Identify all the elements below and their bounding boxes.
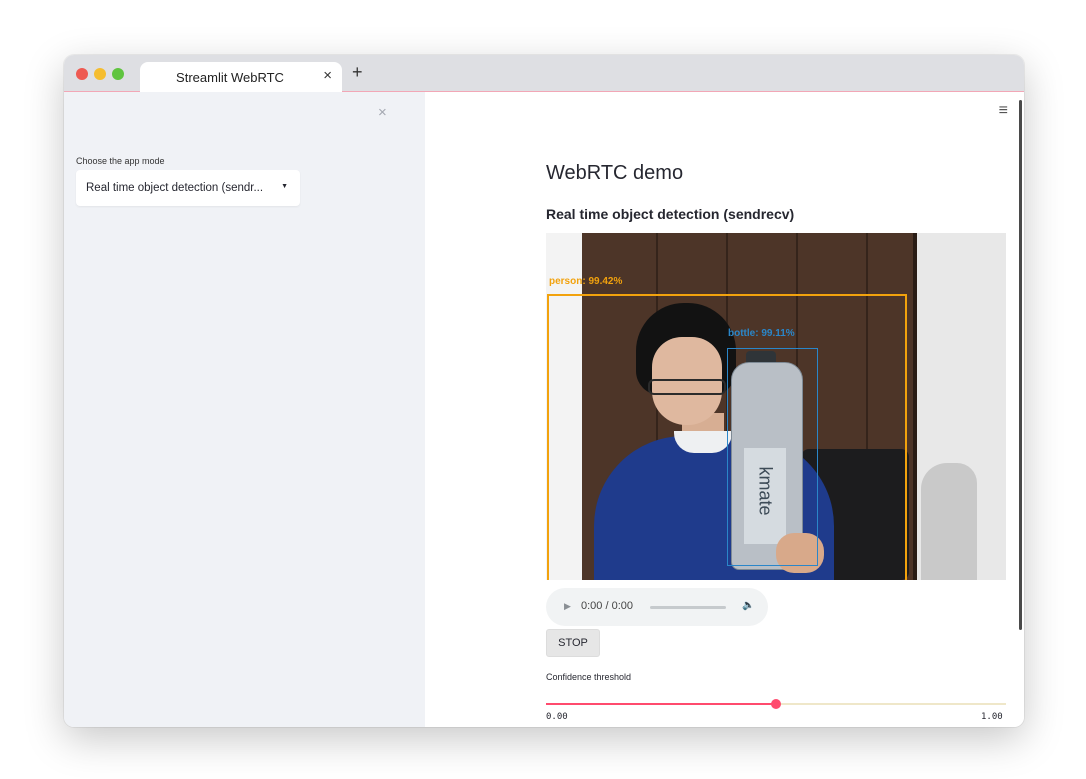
person-detection-label: person: 99.42% — [549, 276, 623, 287]
close-window-button[interactable] — [76, 68, 88, 80]
sidebar-close-icon[interactable]: × — [378, 104, 387, 121]
audio-progress-track[interactable] — [650, 606, 726, 609]
slider-min-label: 0.00 — [546, 712, 568, 722]
app-mode-label: Choose the app mode — [76, 156, 165, 166]
tab-title: Streamlit WebRTC — [176, 70, 284, 85]
page-title: WebRTC demo — [546, 162, 684, 184]
new-tab-icon[interactable]: + — [352, 62, 363, 83]
hamburger-menu-icon[interactable]: ≡ — [999, 102, 1008, 120]
confidence-threshold-slider[interactable] — [546, 699, 1006, 709]
webrtc-video-frame: kmate person: 99.42% bottle: 99.11% — [546, 233, 1006, 580]
app-mode-selected-value: Real time object detection (sendr... — [86, 182, 264, 194]
audio-time: 0:00 / 0:00 — [581, 600, 633, 612]
sidebar: × Choose the app mode Real time object d… — [64, 92, 425, 727]
page-subheader: Real time object detection (sendrecv) — [546, 206, 795, 222]
scrollbar[interactable] — [1019, 100, 1022, 630]
chevron-down-icon: ▼ — [281, 183, 288, 190]
slider-fill — [546, 703, 776, 705]
browser-window: Streamlit WebRTC × + × Choose the app mo… — [64, 55, 1024, 727]
main-content: ≡ WebRTC demo Real time object detection… — [425, 92, 1024, 727]
bottle-bounding-box — [727, 348, 818, 566]
volume-icon[interactable]: 🔈 — [742, 600, 754, 611]
play-icon[interactable]: ▶ — [564, 601, 571, 612]
slider-max-label: 1.00 — [981, 712, 1003, 722]
bottle-detection-label: bottle: 99.11% — [728, 328, 795, 339]
confidence-threshold-label: Confidence threshold — [546, 672, 632, 682]
audio-player: ▶ 0:00 / 0:00 🔈 — [546, 588, 768, 626]
video-wall-shadow — [921, 463, 977, 580]
stop-button[interactable]: STOP — [546, 629, 600, 657]
minimize-window-button[interactable] — [94, 68, 106, 80]
title-bar: Streamlit WebRTC × + — [64, 55, 1024, 92]
maximize-window-button[interactable] — [112, 68, 124, 80]
slider-thumb[interactable] — [771, 699, 781, 709]
app-mode-select[interactable]: Real time object detection (sendr... ▼ — [76, 170, 300, 206]
browser-tab[interactable]: Streamlit WebRTC × — [140, 62, 342, 92]
tab-close-icon[interactable]: × — [323, 67, 332, 84]
